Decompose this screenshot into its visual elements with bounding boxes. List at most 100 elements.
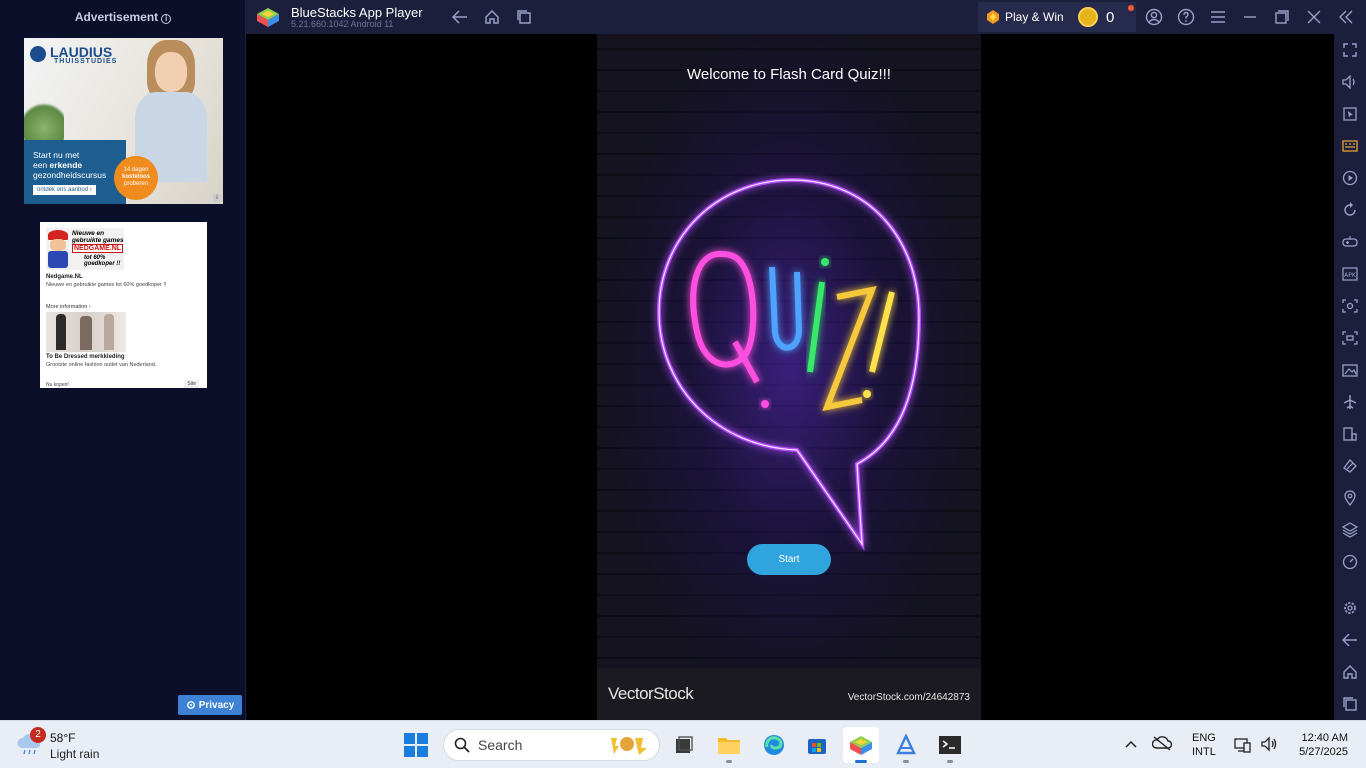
- recent-apps-icon[interactable]: [1340, 694, 1360, 714]
- search-highlight-icon: [611, 737, 647, 755]
- ad1-badge-line3: proberen: [123, 181, 149, 187]
- vectorstock-footer: VectorStock VectorStock.com/24642873: [597, 668, 981, 720]
- notification-dot: [1128, 5, 1134, 11]
- tobedressed-title[interactable]: To Be Dressed merkkleding: [46, 354, 125, 360]
- ad1-line1: Start nu met: [33, 150, 80, 160]
- keyboard-layout: INTL: [1192, 746, 1216, 758]
- ad1-line2-bold: erkende: [49, 160, 83, 170]
- menu-icon[interactable]: [1208, 7, 1228, 27]
- multi-instance-icon[interactable]: [1340, 424, 1360, 444]
- vectorstock-logo: VectorStock: [608, 684, 694, 703]
- android-display: Welcome to Flash Card Quiz!!! Start Vect…: [246, 34, 1334, 720]
- weather-alert-badge: 2: [30, 727, 46, 743]
- clock-date: 5/27/2025: [1299, 746, 1348, 758]
- laudius-logo-sub: THUISSTUDIES: [54, 58, 118, 65]
- collapse-sidebar-icon[interactable]: [1336, 7, 1356, 27]
- system-clock[interactable]: 12:40 AM 5/27/2025: [1288, 731, 1348, 759]
- fashion-photo[interactable]: [46, 312, 126, 352]
- volume-icon[interactable]: [1340, 72, 1360, 92]
- close-icon[interactable]: [1304, 7, 1324, 27]
- input-language[interactable]: ENG INTL: [1192, 731, 1216, 759]
- nedgame-discount: tot 60% goedkoper !!: [84, 255, 120, 267]
- chevron-up-icon[interactable]: [1124, 736, 1138, 754]
- airplane-mode-icon[interactable]: [1340, 392, 1360, 412]
- gamepad-icon[interactable]: [1340, 232, 1360, 252]
- nedgame-discount-2: goedkoper !!: [84, 261, 121, 267]
- minimize-icon[interactable]: [1240, 7, 1260, 27]
- nedgame-desc: Nieuwe en gebruikte games tot 60% goedko…: [46, 282, 167, 288]
- screen-record-icon[interactable]: [1340, 328, 1360, 348]
- account-icon[interactable]: [1144, 7, 1164, 27]
- coin-balance[interactable]: 0: [1072, 2, 1136, 32]
- rotate-icon[interactable]: [1340, 200, 1360, 220]
- bluestacks-logo-icon: [257, 8, 279, 27]
- media-folder-icon[interactable]: [1340, 360, 1360, 380]
- keyboard-icon[interactable]: [1340, 136, 1360, 156]
- location-icon[interactable]: [1340, 488, 1360, 508]
- home-icon[interactable]: [1340, 662, 1360, 682]
- taskbar-search[interactable]: Search: [443, 729, 660, 761]
- mario-image: [46, 230, 72, 268]
- back-icon[interactable]: [1340, 630, 1360, 650]
- fullscreen-icon[interactable]: [1340, 40, 1360, 60]
- search-icon: [454, 737, 470, 753]
- clock-time: 12:40 AM: [1301, 732, 1348, 744]
- file-explorer-icon[interactable]: [711, 727, 747, 763]
- svg-text:APK: APK: [1344, 272, 1357, 279]
- nedgame-banner-image: Nieuwe en gebruikte games NEDGAME.NL tot…: [46, 228, 124, 270]
- recent-apps-icon[interactable]: [514, 7, 534, 27]
- ad-header-label: Advertisement: [74, 10, 159, 24]
- apk-install-icon[interactable]: APK: [1340, 264, 1360, 284]
- windows-start-icon[interactable]: [404, 733, 428, 757]
- eco-mode-icon[interactable]: [1340, 456, 1360, 476]
- nedgame-headline-1: Nieuwe en: [72, 230, 105, 237]
- macro-record-icon[interactable]: [1340, 168, 1360, 188]
- windows-taskbar: 2 58°F Light rain Search ENG INTL 12:40 …: [0, 720, 1366, 768]
- ad-header: Advertisement i: [0, 10, 246, 24]
- restore-icon[interactable]: [1272, 7, 1292, 27]
- privacy-button[interactable]: Privacy: [178, 695, 242, 715]
- ad2-footer-link[interactable]: Nu kopen!: [46, 382, 69, 388]
- pointer-icon[interactable]: [1340, 104, 1360, 124]
- bluestacks-icon[interactable]: [843, 727, 879, 763]
- search-placeholder: Search: [478, 737, 523, 753]
- ad-banner-nedgame[interactable]: Nieuwe en gebruikte games NEDGAME.NL tot…: [40, 222, 207, 388]
- weather-widget[interactable]: 2 58°F Light rain: [16, 727, 126, 763]
- quick-settings[interactable]: [1234, 735, 1278, 758]
- terminal-icon[interactable]: [932, 727, 968, 763]
- speaker-icon: [1260, 735, 1278, 758]
- nedgame-brand-box: NEDGAME.NL: [72, 244, 124, 253]
- ad-banner-laudius[interactable]: LAUDIUS THUISSTUDIES Start nu met een er…: [24, 38, 223, 204]
- ad1-cta-button[interactable]: ontdek ons aanbod ›: [33, 185, 96, 195]
- performance-icon[interactable]: [1340, 552, 1360, 572]
- back-arrow-icon[interactable]: [450, 7, 470, 27]
- play-win-icon: [987, 10, 999, 24]
- screenshot-icon[interactable]: [1340, 296, 1360, 316]
- vectorstock-url: VectorStock.com/24642873: [847, 692, 970, 703]
- weather-temperature: 58°F: [50, 731, 76, 745]
- settings-icon[interactable]: [1340, 598, 1360, 618]
- quiz-app-screen: Welcome to Flash Card Quiz!!! Start Vect…: [597, 34, 981, 720]
- title-bar: BlueStacks App Player 5.21.660.1042 Andr…: [246, 0, 1366, 34]
- right-toolbar: APK: [1334, 34, 1366, 720]
- ad1-badge-line2: kosteloos: [121, 174, 150, 180]
- ad2-site-button[interactable]: Site: [184, 380, 199, 388]
- start-button[interactable]: Start: [747, 544, 831, 575]
- more-information-label: More information: [46, 304, 88, 310]
- store-icon[interactable]: [799, 727, 835, 763]
- home-icon[interactable]: [482, 7, 502, 27]
- info-icon[interactable]: i: [161, 14, 172, 24]
- gear-icon: [186, 701, 195, 709]
- nedgame-title[interactable]: Nedgame.NL: [46, 274, 83, 280]
- privacy-label: Privacy: [198, 699, 235, 711]
- cloud-offline-icon[interactable]: [1151, 735, 1173, 756]
- layers-icon[interactable]: [1340, 520, 1360, 540]
- edge-icon[interactable]: [756, 727, 792, 763]
- more-information-link[interactable]: More information ›: [46, 304, 91, 310]
- ad1-cta-label: ontdek ons aanbod: [37, 187, 89, 193]
- help-icon[interactable]: [1176, 7, 1196, 27]
- network-icon: [1234, 735, 1252, 758]
- bluestacks-x-icon[interactable]: [888, 727, 924, 763]
- ad-choices-icon[interactable]: i: [213, 194, 221, 202]
- file-manager-icon[interactable]: [666, 727, 702, 763]
